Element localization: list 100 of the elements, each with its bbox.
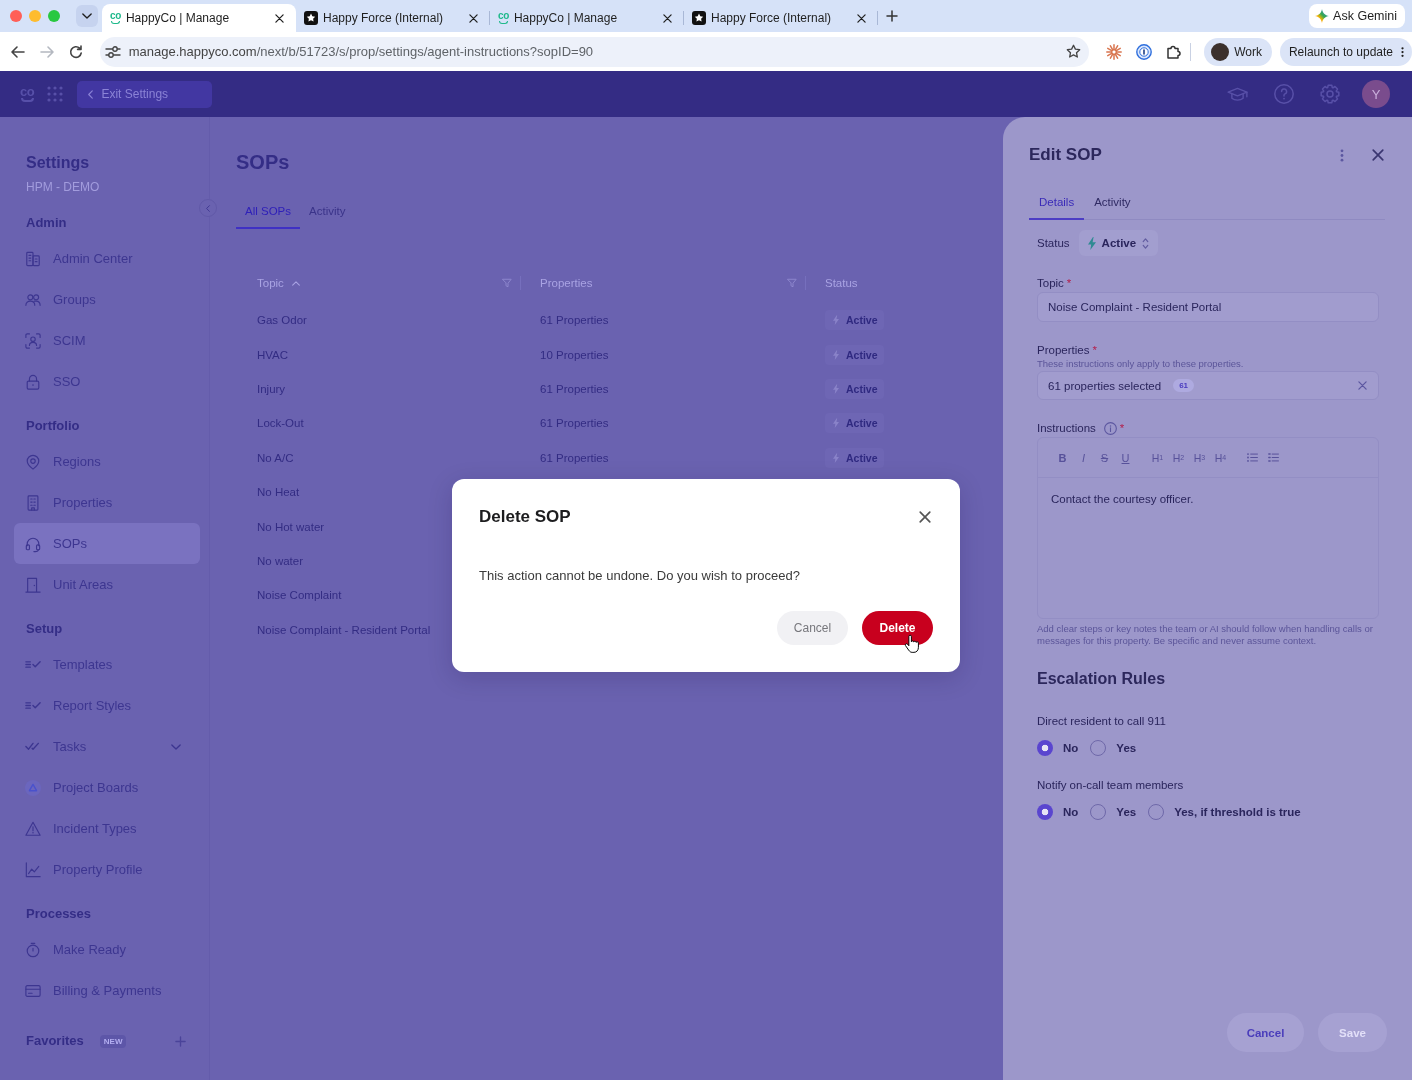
ask-gemini-button[interactable]: Ask Gemini (1309, 4, 1405, 28)
clear-icon[interactable] (1358, 381, 1367, 390)
radio-button[interactable] (1037, 804, 1053, 820)
radio-label: Yes (1116, 806, 1137, 818)
sparkle-icon (1315, 9, 1330, 23)
close-icon[interactable] (469, 13, 478, 23)
field-label: Status (1037, 236, 1070, 251)
properties-select[interactable]: 61 properties selected 61 (1037, 371, 1379, 400)
window-zoom-icon[interactable] (48, 10, 60, 22)
column-header[interactable]: Status (825, 277, 858, 289)
chevron-up-down-icon (1142, 237, 1150, 249)
window-minimize-icon[interactable] (29, 10, 41, 22)
lock-icon (25, 373, 41, 390)
browser-tab[interactable]: co HappyCo | Manage (102, 4, 296, 32)
puzzle-icon[interactable] (1167, 44, 1182, 59)
status-text: Active (846, 314, 878, 327)
list-check-icon (25, 660, 41, 669)
window-close-icon[interactable] (10, 10, 22, 22)
card-icon (25, 982, 41, 999)
close-icon[interactable] (275, 13, 284, 23)
profile-button[interactable]: Work (1204, 37, 1272, 66)
warning-icon (25, 820, 41, 837)
bold-button[interactable]: B (1052, 446, 1073, 469)
reload-icon (69, 44, 84, 59)
more-icon[interactable] (1340, 148, 1344, 162)
radio-button[interactable] (1037, 740, 1053, 756)
relaunch-button[interactable]: Relaunch to update (1279, 37, 1412, 66)
chevron-up-icon[interactable] (291, 280, 300, 286)
count-badge: 61 (1173, 379, 1195, 392)
scan-person-icon (25, 332, 41, 349)
app-logo: co (498, 12, 509, 24)
column-header[interactable]: Topic (257, 277, 284, 289)
tab[interactable]: Details (1029, 186, 1085, 220)
browser-tab[interactable]: Happy Force (Internal) (684, 4, 878, 32)
instructions-field[interactable]: Contact the courtesy officer. (1038, 478, 1378, 618)
chevron-down-icon (82, 13, 92, 19)
radio-label: No (1063, 806, 1079, 818)
underline-button[interactable]: U (1115, 446, 1136, 469)
status-dropdown[interactable]: Active (1078, 230, 1159, 256)
close-icon[interactable] (857, 13, 866, 23)
cancel-button[interactable]: Cancel (777, 611, 848, 645)
tab[interactable]: Activity (1084, 186, 1141, 220)
filter-icon[interactable] (502, 278, 512, 288)
close-icon[interactable] (663, 13, 672, 23)
info-icon[interactable] (1103, 421, 1117, 435)
italic-button[interactable]: I (1073, 446, 1094, 469)
new-tab-icon[interactable] (886, 10, 898, 22)
status-text: Active (846, 382, 878, 395)
starburst-icon[interactable] (1106, 43, 1123, 60)
list-check-icon (25, 701, 41, 710)
filter-icon[interactable] (787, 278, 797, 288)
lightning-icon (1087, 236, 1096, 250)
tab[interactable]: All SOPs (236, 196, 300, 229)
address-bar[interactable]: manage.happyco.com/next/b/51723/s/prop/settings/agent-instructions?sopID=90 (99, 36, 1090, 67)
field-label: Properties (1037, 343, 1090, 358)
plus-icon[interactable] (175, 1035, 186, 1047)
topic-field[interactable]: Noise Complaint - Resident Portal (1037, 292, 1379, 322)
required-mark: * (1119, 421, 1125, 436)
help-icon[interactable] (1274, 84, 1294, 104)
field-label: Topic (1037, 276, 1064, 291)
door-icon (25, 576, 41, 593)
question-label: Direct resident to call 911 (1037, 714, 1167, 729)
settings-icon[interactable] (1320, 84, 1340, 104)
star-icon (304, 11, 318, 25)
sidebar-subtitle: HPM - DEMO (26, 179, 100, 195)
headset-icon (25, 535, 41, 552)
dialog-title: Delete SOP (479, 507, 571, 527)
delete-button[interactable]: Delete (862, 611, 933, 645)
site-settings-icon[interactable] (104, 45, 121, 58)
avatar-icon (1211, 42, 1230, 61)
bookmark-star-icon[interactable] (1066, 44, 1082, 59)
kebab-icon (1401, 45, 1404, 58)
building-icon (25, 250, 41, 267)
panel-title: Edit SOP (1029, 145, 1102, 165)
apps-grid-icon[interactable] (47, 86, 64, 102)
status-text: Active (846, 348, 878, 361)
browser-tab[interactable]: co HappyCo | Manage (490, 4, 684, 32)
ring-icon[interactable] (1136, 43, 1153, 60)
strikethrough-button[interactable]: S (1094, 446, 1115, 469)
radio-label: Yes (1116, 742, 1137, 754)
sidebar-item[interactable]: SOPs (14, 523, 200, 564)
pin-icon (25, 453, 41, 470)
chevron-down-icon[interactable] (171, 743, 181, 750)
browser-tab[interactable]: Happy Force (Internal) (296, 4, 490, 32)
question-label: Notify on-call team members (1037, 778, 1185, 793)
double-check-icon (25, 742, 41, 751)
section-title: Escalation Rules (1037, 669, 1167, 689)
new-badge: NEW (99, 1034, 127, 1048)
tab-list-button[interactable] (76, 5, 98, 27)
cancel-button[interactable]: Cancel (1227, 1013, 1304, 1052)
lightning-icon (833, 418, 839, 429)
close-icon[interactable] (919, 511, 931, 523)
status-text: Active (846, 417, 878, 430)
collapse-sidebar-button[interactable] (199, 199, 217, 217)
radio-label: No (1063, 742, 1079, 754)
column-header[interactable]: Properties (540, 277, 593, 289)
star-icon (692, 11, 706, 25)
graduation-cap-icon[interactable] (1227, 86, 1248, 102)
exit-settings-button[interactable]: Exit Settings (77, 80, 213, 108)
user-avatar[interactable]: Y (1362, 80, 1390, 108)
